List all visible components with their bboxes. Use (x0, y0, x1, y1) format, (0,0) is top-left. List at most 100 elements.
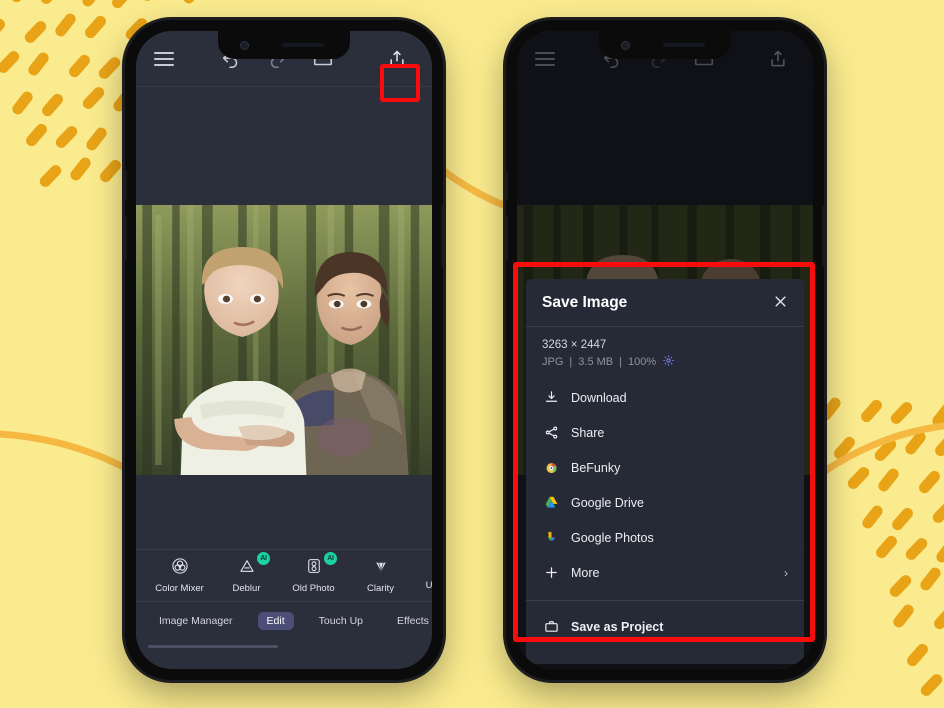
image-quality: 100% (627, 356, 657, 368)
tab-effects[interactable]: Effects (388, 612, 432, 630)
phone-right-notch (599, 31, 731, 59)
clarity-diamond-icon (372, 557, 390, 580)
background-dash (0, 48, 22, 76)
ai-badge: AI (257, 552, 270, 565)
option-label: Google Drive (571, 495, 644, 510)
option-label: Download (571, 390, 627, 405)
color-mixer-icon (171, 557, 189, 580)
briefcase-icon (542, 619, 560, 634)
ai-badge: AI (324, 552, 337, 565)
background-dash (37, 162, 64, 190)
save-as-project-option[interactable]: Save as Project (542, 609, 788, 644)
save-dialog-title: Save Image (542, 293, 628, 311)
background-dash (80, 84, 107, 112)
tool-clarity[interactable]: Clarity (347, 557, 414, 594)
phone-left-volume-button[interactable] (125, 170, 127, 200)
plus-icon (542, 565, 560, 580)
google-drive-icon (542, 495, 560, 510)
background-dash (66, 52, 93, 80)
background-dash (39, 91, 66, 119)
editor-tabs-row-left: Image Manager Edit Touch Up Effects A (136, 601, 432, 639)
old-photo-icon (305, 557, 323, 580)
editor-canvas-left (136, 87, 432, 549)
background-dash (22, 18, 49, 46)
earpiece-speaker (663, 43, 705, 47)
phone-left-volume-button-2[interactable] (125, 215, 127, 261)
editor-bottom-gutter-left (136, 639, 432, 669)
option-label: More (571, 565, 600, 580)
save-image-dialog: Save Image 3263 × 2447 JPG | 3.5 MB | 10… (526, 279, 804, 664)
background-dash (38, 0, 65, 7)
tool-label: Color Mixer (155, 583, 204, 594)
background-dash (109, 0, 136, 11)
save-option-download[interactable]: Download (542, 380, 788, 415)
option-label: Save as Project (571, 619, 664, 634)
tool-label: Old Photo (292, 583, 335, 594)
phone-right-volume-button-2[interactable] (506, 215, 508, 261)
background-dash (97, 157, 124, 185)
share-export-button[interactable] (380, 42, 414, 76)
google-photos-icon (542, 530, 560, 545)
background-dash (10, 89, 35, 117)
editor-app-screen-left: Color Mixer AI Deblur AI Old Photo Clari… (136, 31, 432, 669)
share-nodes-icon (542, 425, 560, 440)
background-dash (53, 11, 78, 39)
tool-label: Clarity (367, 583, 394, 594)
image-format: JPG (542, 356, 564, 368)
phone-right-volume-button[interactable] (506, 170, 508, 200)
tool-deblur[interactable]: AI Deblur (213, 552, 280, 594)
option-label: BeFunky (571, 460, 621, 475)
save-dialog-header: Save Image (526, 279, 804, 327)
image-meta-row: JPG | 3.5 MB | 100% (542, 354, 788, 370)
option-label: Google Photos (571, 530, 654, 545)
earpiece-speaker (282, 43, 324, 47)
background-dash (888, 399, 915, 427)
phone-right-screen: Save Image 3263 × 2447 JPG | 3.5 MB | 10… (517, 31, 813, 669)
background-dash (858, 397, 885, 425)
screenshot-canvas: Color Mixer AI Deblur AI Old Photo Clari… (0, 0, 944, 708)
chevron-right-icon: › (784, 565, 788, 580)
front-camera-icon (240, 41, 249, 50)
save-dialog-body: 3263 × 2447 JPG | 3.5 MB | 100% Download… (526, 327, 804, 596)
meta-separator-2: | (619, 356, 622, 368)
tab-edit[interactable]: Edit (257, 611, 294, 630)
deblur-triangle-icon (238, 557, 256, 580)
phone-left-screen: Color Mixer AI Deblur AI Old Photo Clari… (136, 31, 432, 669)
background-dash (68, 155, 93, 183)
tool-color-mixer[interactable]: Color Mixer (146, 557, 213, 594)
front-camera-icon (621, 41, 630, 50)
tab-image-manager[interactable]: Image Manager (150, 612, 242, 630)
save-option-share[interactable]: Share (542, 415, 788, 450)
tool-label: U (425, 579, 432, 591)
image-dimensions: 3263 × 2447 (542, 339, 607, 351)
phone-left-power-button[interactable] (441, 205, 443, 267)
option-label: Share (571, 425, 605, 440)
phone-left-notch (218, 31, 350, 59)
background-dash (26, 50, 51, 78)
save-dialog-footer: Save as Project (526, 601, 804, 664)
background-dash (139, 0, 166, 4)
tool-cutoff[interactable]: U (414, 561, 432, 591)
save-option-more[interactable]: More › (542, 555, 788, 590)
save-option-google-drive[interactable]: Google Drive (542, 485, 788, 520)
background-dash (96, 54, 123, 82)
tool-label: Deblur (232, 583, 261, 594)
background-dash (0, 16, 8, 44)
background-dash (23, 121, 50, 149)
save-option-google-photos[interactable]: Google Photos (542, 520, 788, 555)
background-dash (181, 0, 206, 6)
phone-right-power-button[interactable] (822, 205, 824, 267)
tab-touch-up[interactable]: Touch Up (310, 612, 372, 630)
editor-tools-row-left: Color Mixer AI Deblur AI Old Photo Clari… (136, 549, 432, 601)
hamburger-menu-icon[interactable] (154, 48, 174, 70)
edited-photo[interactable] (136, 205, 432, 475)
image-filesize: 3.5 MB (578, 356, 614, 368)
background-dash (8, 0, 35, 5)
horizontal-scroll-indicator[interactable] (148, 645, 278, 648)
befunky-logo-icon (542, 460, 560, 475)
tool-old-photo[interactable]: AI Old Photo (280, 552, 347, 594)
close-x-icon[interactable] (773, 294, 788, 312)
background-dash (80, 0, 105, 9)
gear-icon[interactable] (662, 354, 675, 370)
save-option-befunky[interactable]: BeFunky (542, 450, 788, 485)
